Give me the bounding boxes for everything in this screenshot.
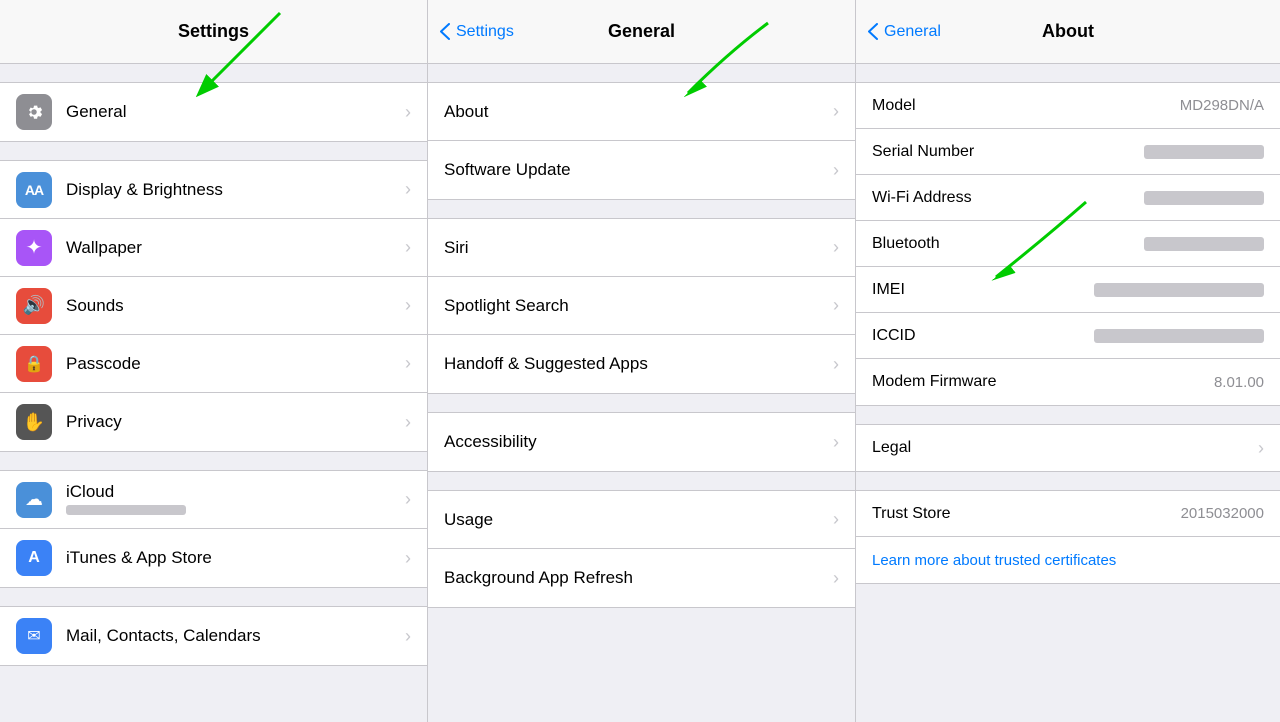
wifi-value — [1144, 191, 1264, 205]
general-label: General — [66, 102, 397, 122]
learn-more-link[interactable]: Learn more about trusted certificates — [872, 552, 1116, 569]
mid-item-siri[interactable]: Siri › — [428, 219, 855, 277]
about-label: About — [444, 102, 825, 122]
left-nav-bar: Settings — [0, 0, 427, 64]
info-row-iccid: ICCID — [856, 313, 1280, 359]
right-nav-title: About — [1042, 21, 1094, 42]
right-back-button[interactable]: General — [868, 23, 941, 41]
sounds-icon: 🔊 — [16, 288, 52, 324]
icloud-sublabel — [66, 504, 397, 518]
sidebar-item-privacy[interactable]: ✋ Privacy › — [0, 393, 427, 451]
display-icon: AA — [16, 172, 52, 208]
icloud-label: iCloud — [66, 482, 397, 502]
mid-back-button[interactable]: Settings — [440, 23, 514, 41]
wallpaper-icon: ✦ — [16, 230, 52, 266]
sidebar-item-passcode[interactable]: 🔒 Passcode › — [0, 335, 427, 393]
passcode-label: Passcode — [66, 354, 397, 374]
icloud-icon: ☁ — [16, 482, 52, 518]
modem-label: Modem Firmware — [872, 373, 1214, 391]
siri-label: Siri — [444, 238, 825, 258]
trust-value: 2015032000 — [1181, 505, 1264, 522]
handoff-label: Handoff & Suggested Apps — [444, 354, 825, 374]
spotlight-label: Spotlight Search — [444, 296, 825, 316]
mid-section-2: Siri › Spotlight Search › Handoff & Sugg… — [428, 218, 855, 394]
mid-nav-title: General — [608, 21, 675, 42]
mid-item-spotlight[interactable]: Spotlight Search › — [428, 277, 855, 335]
general-icon — [16, 94, 52, 130]
right-panel: General About Model MD298DN/A Serial Num… — [856, 0, 1280, 722]
mid-section-1: About › Software Update › — [428, 82, 855, 200]
left-section-4: ✉ Mail, Contacts, Calendars › — [0, 606, 427, 666]
sidebar-item-itunes[interactable]: A iTunes & App Store › — [0, 529, 427, 587]
sounds-label: Sounds — [66, 296, 397, 316]
itunes-label: iTunes & App Store — [66, 548, 397, 568]
info-row-model: Model MD298DN/A — [856, 83, 1280, 129]
modem-value: 8.01.00 — [1214, 374, 1264, 391]
iccid-label: ICCID — [872, 327, 1094, 345]
mid-item-accessibility[interactable]: Accessibility › — [428, 413, 855, 471]
mid-section-3: Accessibility › — [428, 412, 855, 472]
sidebar-item-sounds[interactable]: 🔊 Sounds › — [0, 277, 427, 335]
left-panel: Settings General › AA Display & Brigh — [0, 0, 428, 722]
imei-label: IMEI — [872, 281, 1094, 299]
itunes-icon: A — [16, 540, 52, 576]
sidebar-item-general[interactable]: General › — [0, 83, 427, 141]
mid-item-handoff[interactable]: Handoff & Suggested Apps › — [428, 335, 855, 393]
usage-label: Usage — [444, 510, 825, 530]
wifi-label: Wi-Fi Address — [872, 189, 1144, 207]
privacy-label: Privacy — [66, 412, 397, 432]
left-section-3: ☁ iCloud › A iTunes & App Store › — [0, 470, 427, 588]
left-nav-title: Settings — [178, 21, 249, 42]
general-chevron: › — [405, 102, 411, 123]
sidebar-item-icloud[interactable]: ☁ iCloud › — [0, 471, 427, 529]
info-row-wifi: Wi-Fi Address — [856, 175, 1280, 221]
right-nav-bar: General About — [856, 0, 1280, 64]
software-update-label: Software Update — [444, 160, 825, 180]
accessibility-label: Accessibility — [444, 432, 825, 452]
display-label: Display & Brightness — [66, 180, 397, 200]
info-row-bluetooth: Bluetooth — [856, 221, 1280, 267]
mail-label: Mail, Contacts, Calendars — [66, 626, 397, 646]
privacy-icon: ✋ — [16, 404, 52, 440]
wallpaper-label: Wallpaper — [66, 238, 397, 258]
info-row-imei: IMEI — [856, 267, 1280, 313]
info-row-serial: Serial Number — [856, 129, 1280, 175]
info-row-modem: Modem Firmware 8.01.00 — [856, 359, 1280, 405]
trust-label: Trust Store — [872, 505, 1181, 523]
sidebar-item-display[interactable]: AA Display & Brightness › — [0, 161, 427, 219]
legal-chevron: › — [1258, 438, 1264, 459]
imei-value — [1094, 283, 1264, 297]
bluetooth-label: Bluetooth — [872, 235, 1144, 253]
model-value: MD298DN/A — [1180, 97, 1264, 114]
mid-panel: Settings General About › Software Update… — [428, 0, 856, 722]
bluetooth-value — [1144, 237, 1264, 251]
mid-item-background[interactable]: Background App Refresh › — [428, 549, 855, 607]
serial-value — [1144, 145, 1264, 159]
mid-item-about[interactable]: About › — [428, 83, 855, 141]
mid-section-4: Usage › Background App Refresh › — [428, 490, 855, 608]
mid-item-software-update[interactable]: Software Update › — [428, 141, 855, 199]
sidebar-item-wallpaper[interactable]: ✦ Wallpaper › — [0, 219, 427, 277]
mid-back-label: Settings — [456, 23, 514, 41]
sidebar-item-mail[interactable]: ✉ Mail, Contacts, Calendars › — [0, 607, 427, 665]
legal-label: Legal — [872, 439, 1250, 457]
info-row-trust: Trust Store 2015032000 — [856, 491, 1280, 537]
mid-nav-bar: Settings General — [428, 0, 855, 64]
left-section-2: AA Display & Brightness › ✦ Wallpaper › … — [0, 160, 427, 452]
info-row-legal[interactable]: Legal › — [856, 425, 1280, 471]
mail-icon: ✉ — [16, 618, 52, 654]
mid-item-usage[interactable]: Usage › — [428, 491, 855, 549]
right-section-1: Model MD298DN/A Serial Number Wi-Fi Addr… — [856, 82, 1280, 406]
info-row-learn[interactable]: Learn more about trusted certificates — [856, 537, 1280, 583]
iccid-value — [1094, 329, 1264, 343]
right-section-2: Legal › — [856, 424, 1280, 472]
passcode-icon: 🔒 — [16, 346, 52, 382]
model-label: Model — [872, 97, 1180, 115]
right-back-label: General — [884, 23, 941, 41]
serial-label: Serial Number — [872, 143, 1144, 161]
right-section-3: Trust Store 2015032000 Learn more about … — [856, 490, 1280, 584]
left-section-1: General › — [0, 82, 427, 142]
background-label: Background App Refresh — [444, 568, 825, 588]
